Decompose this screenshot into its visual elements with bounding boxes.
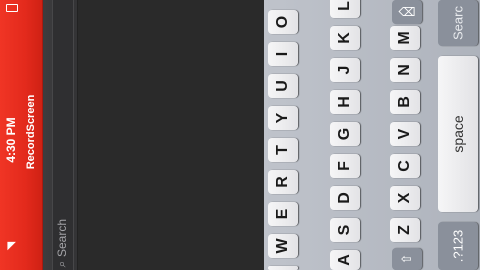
- key-s[interactable]: S: [330, 218, 360, 242]
- shift-icon: ⇧: [399, 253, 414, 265]
- wifi-icon: ◥: [5, 241, 18, 251]
- numbers-key[interactable]: .?123: [438, 222, 478, 270]
- key-j[interactable]: J: [330, 58, 360, 82]
- key-v[interactable]: V: [390, 122, 420, 146]
- key-q[interactable]: Q: [268, 266, 298, 270]
- key-e[interactable]: E: [268, 202, 298, 226]
- key-b[interactable]: B: [390, 90, 420, 114]
- key-w[interactable]: W: [268, 234, 298, 258]
- search-key[interactable]: Searc: [438, 0, 478, 46]
- key-c[interactable]: C: [390, 154, 420, 178]
- search-icon: ⌕: [54, 260, 69, 268]
- delete-key[interactable]: ⌫: [392, 0, 422, 24]
- key-i[interactable]: I: [268, 42, 298, 66]
- recording-label[interactable]: RecordScreen: [25, 95, 37, 170]
- key-y[interactable]: Y: [268, 106, 298, 130]
- delete-icon: ⌫: [398, 5, 416, 19]
- key-l[interactable]: L: [330, 0, 360, 18]
- key-u[interactable]: U: [268, 74, 298, 98]
- shift-key[interactable]: ⇧: [392, 248, 422, 270]
- key-x[interactable]: X: [390, 186, 420, 210]
- key-z[interactable]: Z: [390, 218, 420, 242]
- key-o[interactable]: O: [268, 10, 298, 34]
- key-r[interactable]: R: [268, 170, 298, 194]
- key-f[interactable]: F: [330, 154, 360, 178]
- battery-icon: [6, 4, 18, 12]
- key-m[interactable]: M: [390, 26, 420, 50]
- key-n[interactable]: N: [390, 58, 420, 82]
- content-area: [78, 0, 264, 270]
- key-k[interactable]: K: [330, 26, 360, 50]
- key-g[interactable]: G: [330, 122, 360, 146]
- key-d[interactable]: D: [330, 186, 360, 210]
- search-placeholder: Search: [55, 218, 69, 258]
- status-bar: 4:30 PM RecordScreen ◥: [0, 0, 43, 270]
- space-key[interactable]: space: [438, 56, 478, 212]
- key-h[interactable]: H: [330, 90, 360, 114]
- key-t[interactable]: T: [268, 138, 298, 162]
- status-time: 4:30 PM: [4, 117, 18, 163]
- key-a[interactable]: A: [330, 250, 360, 270]
